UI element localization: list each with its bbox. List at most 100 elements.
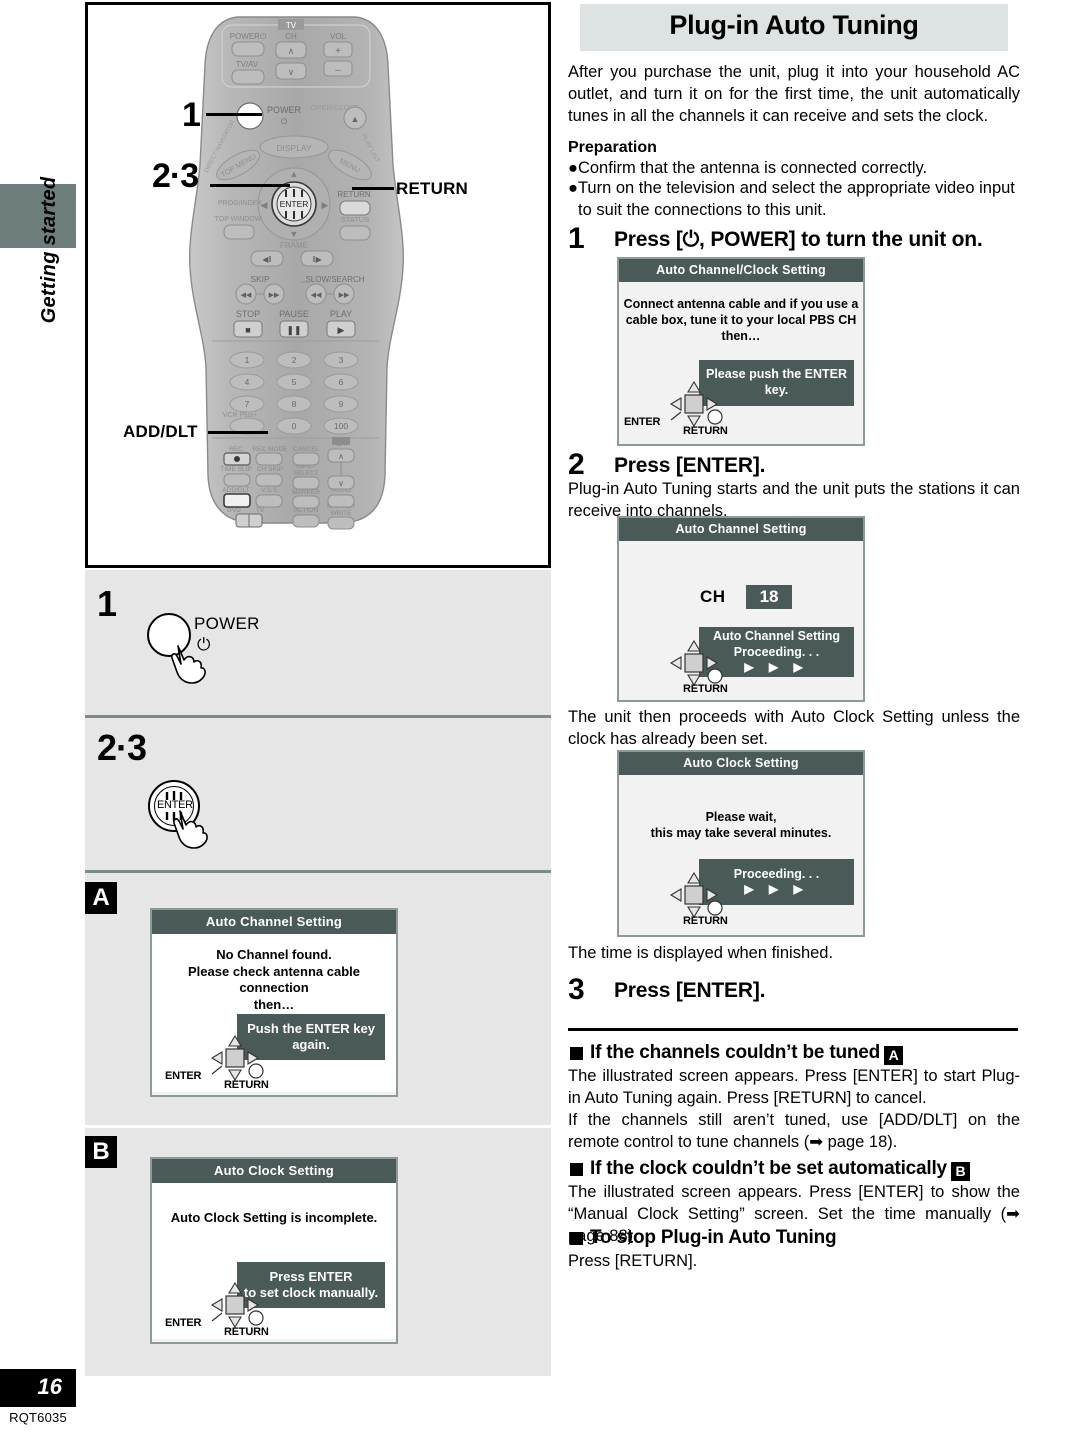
svg-text:7: 7 (245, 399, 250, 409)
step-1-nav-enter-label: ENTER (624, 416, 661, 428)
step-2-after-text: The unit then proceeds with Auto Clock S… (568, 708, 1020, 748)
step-panel-enter-number: 2·3 (97, 727, 147, 768)
step-2-screen-body: CH 18 Auto Channel Setting Proceeding. .… (619, 541, 863, 696)
svg-text:SLOW/SEARCH: SLOW/SEARCH (305, 275, 364, 284)
remote-callout-step23: 2·3 (152, 157, 199, 195)
screen-a-marker: A (85, 882, 117, 914)
step-2-screen2-nav-return-label: RETURN (683, 915, 728, 927)
svg-text:6: 6 (339, 377, 344, 387)
step-2-nav-return-label: RETURN (683, 683, 728, 695)
step-1-heading: Press [⏻, POWER] to turn the unit on. (614, 228, 983, 251)
svg-text:2: 2 (292, 355, 297, 365)
step-3-number: 3 (568, 973, 585, 1006)
svg-text:REC: REC (229, 446, 243, 453)
svg-text:REC MODE: REC MODE (252, 446, 288, 453)
remote-control-figure-frame: TV POWER⏻ TV/AV CH ∧ ∨ VOL + – POWER ⏻ O… (85, 2, 551, 568)
step-2-heading: Press [ENTER]. (614, 454, 766, 477)
svg-text:❚❚: ❚❚ (286, 325, 301, 336)
screen-b-nav-return-label: RETURN (224, 1326, 269, 1338)
note-2-heading: If the clock couldn’t be set automatical… (590, 1158, 970, 1181)
step-2-screen-mockup: Auto Channel Setting CH 18 Auto Channel … (617, 516, 865, 702)
svg-text:PAUSE: PAUSE (279, 309, 309, 319)
svg-text:1: 1 (245, 355, 250, 365)
navpad-icon-b (210, 1281, 264, 1329)
screen-b-marker: B (85, 1136, 117, 1168)
screen-a-mockup: Auto Channel Setting No Channel found. P… (150, 908, 398, 1097)
bullet-icon-2: ● (568, 179, 578, 197)
svg-text:DISPLAY: DISPLAY (276, 143, 312, 153)
svg-text:PLAY: PLAY (330, 309, 352, 319)
section-divider-rule (568, 1028, 1018, 1031)
note-3-heading: To stop Plug-in Auto Tuning (590, 1227, 837, 1248)
step-2-channel-label: CH (700, 587, 726, 606)
svg-text:TIME SLIP: TIME SLIP (220, 466, 251, 473)
remote-control-illustration: TV POWER⏻ TV/AV CH ∧ ∨ VOL + – POWER ⏻ O… (189, 16, 404, 530)
step-2-screen2-progress-arrows: ▶ ▶ ▶ (744, 882, 809, 897)
page-number: 16 (37, 1374, 62, 1399)
navpad-icon-step2 (669, 639, 723, 687)
svg-text:∧: ∧ (338, 452, 344, 461)
step-2-channel-row: CH 18 (700, 585, 793, 609)
preparation-item-1: ●Confirm that the antenna is connected c… (568, 159, 928, 177)
pointing-hand-icon (171, 645, 206, 684)
svg-text:■: ■ (245, 325, 250, 335)
screen-a-body: No Channel found. Please check antenna c… (152, 934, 396, 1092)
screen-b-nav-enter-label: ENTER (165, 1317, 202, 1329)
svg-text:VCR Plus+: VCR Plus+ (223, 412, 257, 419)
page-title: Plug-in Auto Tuning (669, 10, 919, 40)
note-3-body: Press [RETURN]. (568, 1252, 698, 1270)
svg-text:PROG/INDEX: PROG/INDEX (218, 200, 262, 207)
document-code: RQT6035 (9, 1410, 67, 1425)
svg-text:CH SKIP: CH SKIP (257, 466, 283, 473)
svg-text:▲: ▲ (290, 169, 299, 179)
svg-text:TV: TV (286, 21, 297, 30)
screen-b-body: Auto Clock Setting is incomplete. Press … (152, 1183, 396, 1339)
svg-text:∧: ∧ (288, 46, 295, 56)
note-1-bullet-icon (570, 1047, 583, 1060)
step-2-number: 2 (568, 448, 585, 481)
step-2-after-text-2: The time is displayed when finished. (568, 944, 834, 962)
remote-callout-leader-return (352, 187, 394, 190)
svg-text:8: 8 (292, 399, 297, 409)
svg-text:RETURN: RETURN (337, 190, 371, 199)
intro-paragraph: After you purchase the unit, plug it int… (568, 63, 1020, 125)
svg-text:POWER: POWER (267, 105, 302, 115)
remote-callout-leader-adddlt (208, 431, 268, 434)
step-1-screen-message: Connect antenna cable and if you use a c… (623, 297, 859, 343)
svg-text:◀‖: ◀‖ (262, 255, 271, 264)
svg-text:◀◀: ◀◀ (241, 292, 252, 299)
svg-text:TV: TV (256, 507, 265, 514)
navpad-icon-step2b (669, 871, 723, 919)
svg-text:CANCEL: CANCEL (293, 446, 320, 453)
step-1-screen-mockup: Auto Channel/Clock Setting Connect anten… (617, 257, 865, 446)
step-3-heading: Press [ENTER]. (614, 979, 766, 1002)
preparation-item-2: ●Turn on the television and select the a… (568, 179, 1015, 219)
note-1-heading: If the channels couldn’t be tuned A (590, 1042, 904, 1065)
step-2-channel-value: 18 (745, 585, 793, 609)
svg-text:⏻: ⏻ (281, 117, 288, 126)
svg-text:∨: ∨ (288, 67, 295, 77)
step-1-screen-title: Auto Channel/Clock Setting (619, 259, 863, 282)
step-2-progress-arrows: ▶ ▶ ▶ (744, 660, 809, 675)
svg-text:V.S.S.: V.S.S. (261, 487, 279, 494)
svg-text:SELECT: SELECT (293, 470, 318, 477)
remote-callout-leader-1 (206, 113, 262, 116)
remote-callout-step1: 1 (182, 96, 201, 134)
svg-text:MARKER: MARKER (292, 489, 320, 496)
remote-callout-leader-23 (210, 184, 290, 187)
screen-a-nav-enter-label: ENTER (165, 1070, 202, 1082)
svg-text:9: 9 (339, 399, 344, 409)
svg-text:STOP: STOP (236, 309, 260, 319)
step-1-nav-return-label: RETURN (683, 425, 728, 437)
svg-text:FRAME: FRAME (280, 241, 308, 250)
svg-text:‖▶: ‖▶ (312, 255, 322, 264)
svg-text:∨: ∨ (338, 479, 344, 488)
svg-text:100: 100 (334, 421, 348, 431)
note-2-bullet-icon (570, 1163, 583, 1176)
svg-text:POWER⏻: POWER⏻ (230, 32, 267, 41)
step-2-screen-title: Auto Channel Setting (619, 518, 863, 541)
svg-text:TV/AV: TV/AV (236, 60, 259, 69)
svg-text:+: + (335, 46, 341, 57)
svg-text:TOP WINDOW: TOP WINDOW (215, 216, 262, 223)
remote-callout-return: RETURN (396, 179, 469, 198)
